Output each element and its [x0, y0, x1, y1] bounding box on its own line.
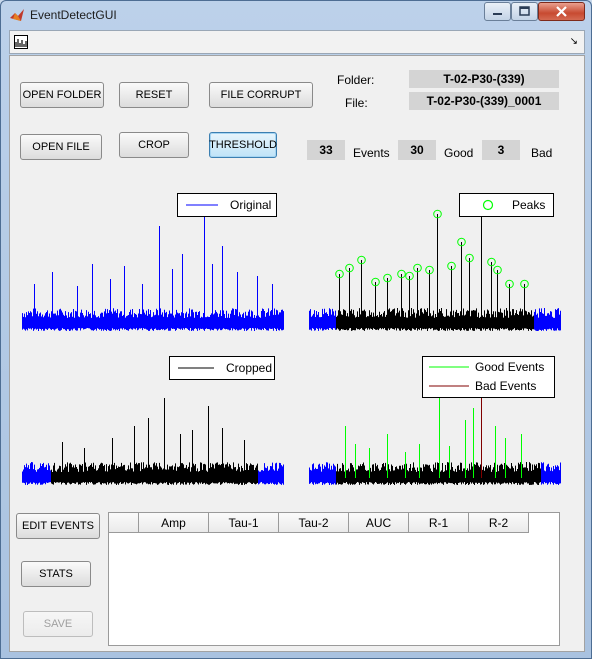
matlab-icon	[10, 9, 24, 21]
cropped-trace	[51, 462, 258, 485]
original-trace	[22, 308, 284, 331]
original-legend: Original	[177, 193, 277, 217]
window-title: EventDetectGUI	[30, 8, 117, 22]
file-label: File:	[345, 96, 368, 110]
crop-button[interactable]: CROP	[119, 132, 189, 158]
toolbar: ↘	[9, 30, 585, 54]
close-icon	[556, 6, 567, 17]
title-bar[interactable]: EventDetectGUI	[1, 1, 591, 29]
edit-events-button[interactable]: EDIT EVENTS	[16, 513, 100, 539]
peaks-plot	[309, 206, 561, 331]
original-signal-plot	[22, 206, 284, 331]
events-count: 33	[307, 140, 345, 160]
folder-label: Folder:	[337, 73, 375, 87]
peaks-trace	[336, 308, 534, 331]
table-header: Amp Tau-1 Tau-2 AUC R-1 R-2	[109, 513, 529, 533]
original-legend-label: Original	[230, 198, 272, 212]
bad-events-legend-label: Bad Events	[475, 379, 537, 393]
bad-count: 3	[482, 140, 520, 160]
events-label: Events	[353, 146, 390, 160]
main-window: EventDetectGUI ↘ OPEN FOLDER RESET FILE …	[0, 0, 592, 659]
good-count: 30	[398, 140, 436, 160]
original-legend-line	[186, 204, 218, 206]
auc-column-header[interactable]: AUC	[349, 513, 409, 533]
close-button[interactable]	[538, 2, 585, 21]
dock-arrow-icon[interactable]: ↘	[570, 36, 578, 47]
bad-events-legend-line	[429, 385, 469, 387]
peaks-legend-label: Peaks	[512, 198, 546, 212]
bad-label: Bad	[531, 146, 553, 160]
cropped-signal-plot	[22, 398, 284, 485]
cropped-legend: Cropped	[169, 356, 275, 380]
reset-button[interactable]: RESET	[119, 82, 189, 108]
figure-toolbar-icon[interactable]	[14, 35, 28, 49]
minimize-button[interactable]	[484, 2, 511, 21]
file-corrupt-button[interactable]: FILE CORRUPT	[209, 82, 313, 108]
good-label: Good	[444, 146, 474, 160]
events-trace	[336, 462, 541, 485]
open-file-button[interactable]: OPEN FILE	[20, 134, 102, 160]
stats-button[interactable]: STATS	[21, 561, 91, 587]
minimize-icon	[493, 13, 502, 15]
save-button[interactable]: SAVE	[23, 611, 93, 637]
folder-value: T-02-P30-(339)	[409, 70, 559, 88]
figure-panel: OPEN FOLDER RESET FILE CORRUPT OPEN FILE…	[9, 55, 585, 652]
r1-column-header[interactable]: R-1	[409, 513, 469, 533]
maximize-button[interactable]	[511, 2, 538, 21]
peaks-legend-marker	[482, 199, 494, 211]
maximize-icon	[519, 6, 530, 16]
threshold-button[interactable]: THRESHOLD	[209, 132, 277, 158]
cropped-legend-line	[178, 367, 214, 369]
cropped-legend-label: Cropped	[226, 361, 273, 375]
events-legend: Good Events Bad Events	[422, 356, 555, 398]
tau2-column-header[interactable]: Tau-2	[279, 513, 349, 533]
events-table[interactable]: Amp Tau-1 Tau-2 AUC R-1 R-2	[108, 512, 560, 646]
tau1-column-header[interactable]: Tau-1	[209, 513, 279, 533]
good-events-legend-line	[429, 366, 469, 368]
good-events-legend-label: Good Events	[475, 360, 545, 374]
row-index-header	[109, 513, 139, 533]
r2-column-header[interactable]: R-2	[469, 513, 529, 533]
amp-column-header[interactable]: Amp	[139, 513, 209, 533]
open-folder-button[interactable]: OPEN FOLDER	[20, 82, 104, 108]
file-value: T-02-P30-(339)_0001	[409, 92, 559, 110]
peaks-legend: Peaks	[459, 193, 554, 217]
